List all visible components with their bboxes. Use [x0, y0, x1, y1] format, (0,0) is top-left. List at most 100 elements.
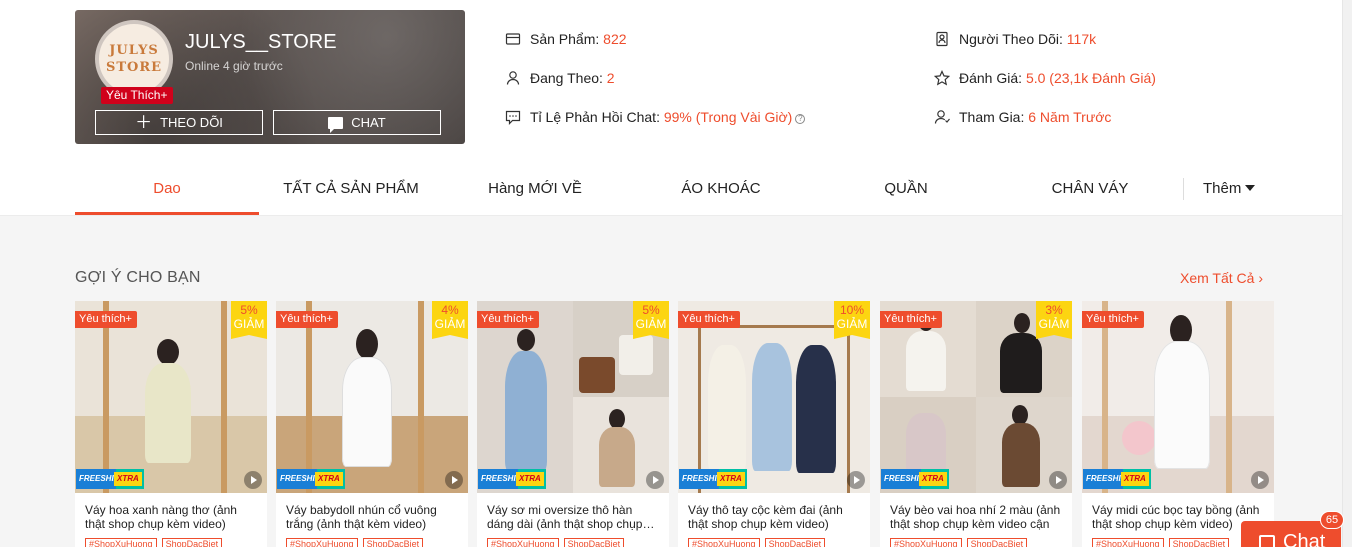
- discount-label: GIẢM: [836, 317, 868, 331]
- product-name[interactable]: Váy sơ mi oversize thô hàn dáng dài (ảnh…: [487, 503, 659, 531]
- hashtag-trending: #ShopXuHuong: [890, 538, 962, 547]
- play-video-icon[interactable]: [445, 471, 463, 489]
- stat-following-value: 2: [606, 70, 615, 86]
- chat-button[interactable]: CHAT: [273, 110, 441, 135]
- discount-percent: 5%: [642, 303, 660, 317]
- play-video-icon[interactable]: [1049, 471, 1067, 489]
- play-video-icon[interactable]: [646, 471, 664, 489]
- product-card[interactable]: Yêu thích+ 10% GIẢM FREESHIP XTRA Váy thô …: [678, 301, 870, 547]
- product-card[interactable]: Yêu thích+ 3% GIẢM FREESHIP XTRA Váy bèo v…: [880, 301, 1072, 547]
- product-name[interactable]: Váy midi cúc bọc tay bồng (ảnh thật shop…: [1092, 503, 1264, 531]
- stat-following-label: Đang Theo:: [530, 70, 603, 86]
- xtra-text: XTRA: [717, 472, 745, 486]
- product-card[interactable]: Yêu thích+ 5% GIẢM FREESHIP XTRA Váy hoa x…: [75, 301, 267, 547]
- freeship-xtra-badge: FREESHIP XTRA: [277, 469, 345, 489]
- star-icon: [934, 70, 950, 86]
- product-card[interactable]: Yêu thích+ FREESHIP XTRA Váy midi cúc bọc…: [1082, 301, 1274, 547]
- favorite-tag: Yêu thích+: [477, 311, 539, 328]
- stat-response-rate: Tỉ Lệ Phản Hồi Chat: 99% (Trong Vài Giờ)…: [505, 109, 806, 125]
- product-card[interactable]: Yêu thích+ 4% GIẢM FREESHIP XTRA Váy babyd…: [276, 301, 468, 547]
- freeship-text: FREESHIP: [881, 469, 924, 489]
- product-card[interactable]: Yêu thích+ 5% GIẢM FREESHIP XTRA Váy sơ mi…: [477, 301, 669, 547]
- hashtag-trending: #ShopXuHuong: [85, 538, 157, 547]
- stat-products-label: Sản Phẩm:: [530, 31, 600, 47]
- play-video-icon[interactable]: [847, 471, 865, 489]
- discount-badge: 5% GIẢM: [231, 301, 267, 339]
- play-video-icon[interactable]: [244, 471, 262, 489]
- help-icon[interactable]: ?: [795, 114, 806, 124]
- product-name[interactable]: Váy hoa xanh nàng thơ (ảnh thật shop chụ…: [85, 503, 257, 531]
- discount-percent: 3%: [1045, 303, 1063, 317]
- stat-response-label: Tỉ Lệ Phản Hồi Chat:: [530, 109, 660, 125]
- xtra-text: XTRA: [919, 472, 947, 486]
- stat-response-value: 99% (Trong Vài Giờ): [663, 109, 793, 125]
- hashtag-special: ShopDacBiet: [161, 538, 223, 547]
- xtra-text: XTRA: [516, 472, 544, 486]
- freeship-xtra-badge: FREESHIP XTRA: [881, 469, 949, 489]
- stat-followers: Người Theo Dõi: 117k: [934, 31, 1096, 47]
- follow-label: THEO DÕI: [160, 115, 223, 130]
- avatar-text-1: JULYS: [109, 43, 159, 58]
- stat-followers-value: 117k: [1066, 31, 1097, 47]
- unread-count-badge: 65: [1320, 511, 1344, 529]
- avatar-text-2: STORE: [105, 60, 163, 75]
- hashtag-trending: #ShopXuHuong: [1092, 538, 1164, 547]
- discount-label: GIẢM: [233, 317, 265, 331]
- hashtag-special: ShopDacBiet: [1168, 538, 1230, 547]
- discount-badge: 3% GIẢM: [1036, 301, 1072, 339]
- see-all-link[interactable]: Xem Tất Cả ›: [1180, 270, 1263, 286]
- page-scrollbar[interactable]: [1342, 0, 1352, 547]
- shop-online-status: Online 4 giờ trước: [185, 59, 283, 73]
- discount-badge: 4% GIẢM: [432, 301, 468, 339]
- freeship-text: FREESHIP: [277, 469, 320, 489]
- product-name[interactable]: Váy bèo vai hoa nhí 2 màu (ảnh thật shop…: [890, 503, 1062, 531]
- hashtag-trending: #ShopXuHuong: [286, 538, 358, 547]
- hashtag-special: ShopDacBiet: [764, 538, 826, 547]
- stat-rating-value: 5.0 (23,1k Đánh Giá): [1025, 70, 1156, 86]
- stat-rating: Đánh Giá: 5.0 (23,1k Đánh Giá): [934, 70, 1156, 86]
- favorite-tag: Yêu thích+: [1082, 311, 1144, 328]
- followers-icon: [936, 31, 948, 47]
- discount-percent: 5%: [240, 303, 258, 317]
- chat-icon: [328, 116, 344, 133]
- stat-followers-label: Người Theo Dõi:: [959, 31, 1063, 47]
- tab-new-arrivals[interactable]: Hàng MỚI VỀ: [443, 180, 627, 197]
- hashtag-trending: #ShopXuHuong: [487, 538, 559, 547]
- product-image[interactable]: [1082, 301, 1274, 493]
- store-icon: [505, 33, 521, 45]
- stat-joined-label: Tham Gia:: [959, 109, 1025, 125]
- tab-divider: [1183, 178, 1184, 200]
- product-name[interactable]: Váy thô tay cộc kèm đai (ảnh thật shop c…: [688, 503, 860, 531]
- freeship-text: FREESHIP: [1083, 469, 1126, 489]
- favorite-tag: Yêu thích+: [880, 311, 942, 328]
- user-icon: [506, 71, 520, 85]
- xtra-text: XTRA: [1121, 472, 1149, 486]
- tab-jackets[interactable]: ÁO KHOÁC: [627, 180, 815, 197]
- discount-label: GIẢM: [1038, 317, 1070, 331]
- freeship-text: FREESHIP: [76, 469, 119, 489]
- hashtag-special: ShopDacBiet: [966, 538, 1028, 547]
- follow-button[interactable]: ＋ THEO DÕI: [95, 110, 263, 135]
- favorite-badge: Yêu Thích+: [101, 87, 173, 104]
- stat-products: Sản Phẩm: 822: [505, 31, 627, 47]
- freeship-text: FREESHIP: [478, 469, 521, 489]
- product-name[interactable]: Váy babydoll nhún cổ vuông trắng (ảnh th…: [286, 503, 458, 531]
- xtra-text: XTRA: [114, 472, 142, 486]
- tab-more[interactable]: Thêm: [1203, 180, 1256, 197]
- tab-all-products[interactable]: TẤT CẢ SẢN PHẨM: [259, 180, 443, 197]
- favorite-tag: Yêu thích+: [75, 311, 137, 328]
- favorite-tag: Yêu thích+: [276, 311, 338, 328]
- tab-dao[interactable]: Dao: [75, 180, 259, 197]
- hashtag-special: ShopDacBiet: [362, 538, 424, 547]
- tab-skirts[interactable]: CHÂN VÁY: [997, 180, 1183, 197]
- stat-following: Đang Theo: 2: [505, 70, 615, 86]
- tab-pants[interactable]: QUẦN: [815, 180, 997, 197]
- chat-bubble-icon: [505, 110, 521, 125]
- play-video-icon[interactable]: [1251, 471, 1269, 489]
- discount-percent: 10%: [839, 303, 865, 317]
- tab-more-label: Thêm: [1203, 180, 1242, 197]
- freeship-text: FREESHIP: [679, 469, 722, 489]
- freeship-xtra-badge: FREESHIP XTRA: [76, 469, 144, 489]
- stat-joined: Tham Gia: 6 Năm Trước: [934, 109, 1111, 125]
- discount-badge: 10% GIẢM: [834, 301, 870, 339]
